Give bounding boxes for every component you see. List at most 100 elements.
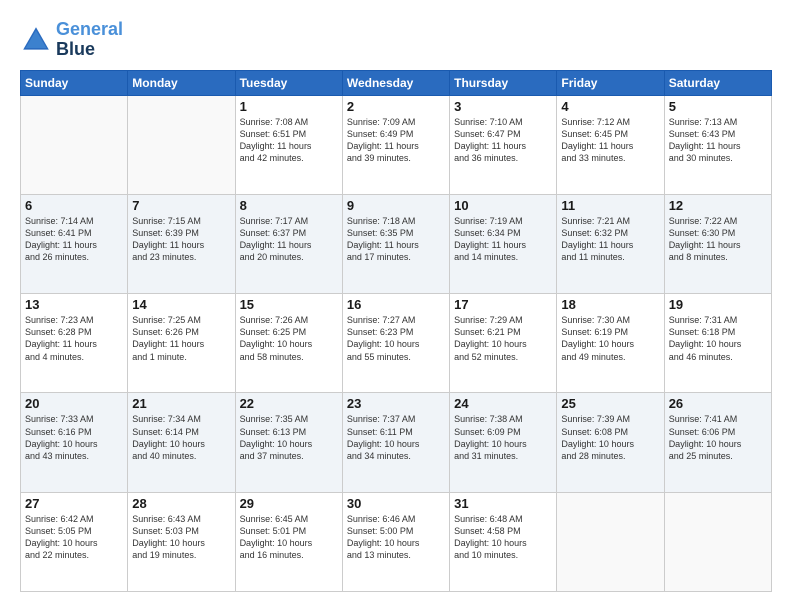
week-row-1: 1Sunrise: 7:08 AM Sunset: 6:51 PM Daylig… [21,95,772,194]
calendar-cell: 11Sunrise: 7:21 AM Sunset: 6:32 PM Dayli… [557,194,664,293]
day-number: 31 [454,496,552,511]
day-number: 10 [454,198,552,213]
logo: General Blue [20,20,123,60]
calendar-cell: 17 Sunrise: 7:29 AM Sunset: 6:21 PM Dayli… [450,294,557,393]
day-info: Sunrise: 7:09 AM Sunset: 6:49 PM Dayligh… [347,116,445,165]
logo-text: General Blue [56,20,123,60]
calendar-cell: 1Sunrise: 7:08 AM Sunset: 6:51 PM Daylig… [235,95,342,194]
day-number: 4 [561,99,659,114]
day-info: Sunrise: 7:39 AM Sunset: 6:08 PM Dayligh… [561,413,659,462]
calendar-cell: 23 Sunrise: 7:37 AM Sunset: 6:11 PM Dayli… [342,393,449,492]
week-row-5: 27Sunrise: 6:42 AM Sunset: 5:05 PM Dayli… [21,492,772,591]
calendar-cell: 10 Sunrise: 7:19 AM Sunset: 6:34 PM Dayli… [450,194,557,293]
day-number: 21 [132,396,230,411]
weekday-monday: Monday [128,70,235,95]
calendar-cell: 29 Sunrise: 6:45 AM Sunset: 5:01 PM Dayli… [235,492,342,591]
calendar-cell: 22 Sunrise: 7:35 AM Sunset: 6:13 PM Dayli… [235,393,342,492]
day-info: Sunrise: 7:19 AM Sunset: 6:34 PM Dayligh… [454,215,552,264]
week-row-2: 6 Sunrise: 7:14 AM Sunset: 6:41 PM Daylig… [21,194,772,293]
day-number: 7 [132,198,230,213]
calendar-cell: 12 Sunrise: 7:22 AM Sunset: 6:30 PM Dayli… [664,194,771,293]
day-info: Sunrise: 7:15 AM Sunset: 6:39 PM Dayligh… [132,215,230,264]
calendar-cell: 5 Sunrise: 7:13 AM Sunset: 6:43 PM Daylig… [664,95,771,194]
day-info: Sunrise: 6:43 AM Sunset: 5:03 PM Dayligh… [132,513,230,562]
day-number: 2 [347,99,445,114]
day-info: Sunrise: 7:18 AM Sunset: 6:35 PM Dayligh… [347,215,445,264]
day-info: Sunrise: 7:37 AM Sunset: 6:11 PM Dayligh… [347,413,445,462]
day-number: 17 [454,297,552,312]
day-info: Sunrise: 6:45 AM Sunset: 5:01 PM Dayligh… [240,513,338,562]
calendar-cell [664,492,771,591]
day-info: Sunrise: 7:27 AM Sunset: 6:23 PM Dayligh… [347,314,445,363]
day-number: 8 [240,198,338,213]
calendar-cell: 20 Sunrise: 7:33 AM Sunset: 6:16 PM Dayli… [21,393,128,492]
calendar-cell: 31 Sunrise: 6:48 AM Sunset: 4:58 PM Dayli… [450,492,557,591]
calendar-cell: 27Sunrise: 6:42 AM Sunset: 5:05 PM Dayli… [21,492,128,591]
calendar-cell: 4Sunrise: 7:12 AM Sunset: 6:45 PM Daylig… [557,95,664,194]
day-number: 29 [240,496,338,511]
weekday-tuesday: Tuesday [235,70,342,95]
day-number: 26 [669,396,767,411]
day-info: Sunrise: 7:22 AM Sunset: 6:30 PM Dayligh… [669,215,767,264]
day-number: 20 [25,396,123,411]
calendar-cell: 18Sunrise: 7:30 AM Sunset: 6:19 PM Dayli… [557,294,664,393]
day-info: Sunrise: 7:13 AM Sunset: 6:43 PM Dayligh… [669,116,767,165]
day-number: 24 [454,396,552,411]
page: General Blue SundayMondayTuesdayWednesda… [0,0,792,612]
day-number: 28 [132,496,230,511]
day-info: Sunrise: 6:46 AM Sunset: 5:00 PM Dayligh… [347,513,445,562]
calendar-table: SundayMondayTuesdayWednesdayThursdayFrid… [20,70,772,592]
day-info: Sunrise: 7:26 AM Sunset: 6:25 PM Dayligh… [240,314,338,363]
calendar-cell: 3Sunrise: 7:10 AM Sunset: 6:47 PM Daylig… [450,95,557,194]
day-number: 16 [347,297,445,312]
day-number: 12 [669,198,767,213]
calendar-cell: 15 Sunrise: 7:26 AM Sunset: 6:25 PM Dayli… [235,294,342,393]
day-info: Sunrise: 7:17 AM Sunset: 6:37 PM Dayligh… [240,215,338,264]
weekday-header-row: SundayMondayTuesdayWednesdayThursdayFrid… [21,70,772,95]
day-number: 18 [561,297,659,312]
day-info: Sunrise: 7:14 AM Sunset: 6:41 PM Dayligh… [25,215,123,264]
day-number: 14 [132,297,230,312]
calendar-cell: 2 Sunrise: 7:09 AM Sunset: 6:49 PM Daylig… [342,95,449,194]
day-number: 15 [240,297,338,312]
calendar-cell: 8 Sunrise: 7:17 AM Sunset: 6:37 PM Daylig… [235,194,342,293]
day-info: Sunrise: 7:35 AM Sunset: 6:13 PM Dayligh… [240,413,338,462]
calendar-cell [557,492,664,591]
day-info: Sunrise: 7:41 AM Sunset: 6:06 PM Dayligh… [669,413,767,462]
day-number: 13 [25,297,123,312]
calendar-cell: 21 Sunrise: 7:34 AM Sunset: 6:14 PM Dayli… [128,393,235,492]
week-row-4: 20 Sunrise: 7:33 AM Sunset: 6:16 PM Dayli… [21,393,772,492]
day-number: 6 [25,198,123,213]
calendar-cell: 16 Sunrise: 7:27 AM Sunset: 6:23 PM Dayli… [342,294,449,393]
day-info: Sunrise: 7:33 AM Sunset: 6:16 PM Dayligh… [25,413,123,462]
day-info: Sunrise: 7:23 AM Sunset: 6:28 PM Dayligh… [25,314,123,363]
day-info: Sunrise: 6:42 AM Sunset: 5:05 PM Dayligh… [25,513,123,562]
day-number: 30 [347,496,445,511]
day-info: Sunrise: 7:21 AM Sunset: 6:32 PM Dayligh… [561,215,659,264]
calendar-cell: 25 Sunrise: 7:39 AM Sunset: 6:08 PM Dayli… [557,393,664,492]
day-number: 25 [561,396,659,411]
day-number: 22 [240,396,338,411]
day-info: Sunrise: 7:34 AM Sunset: 6:14 PM Dayligh… [132,413,230,462]
weekday-sunday: Sunday [21,70,128,95]
calendar-cell: 6 Sunrise: 7:14 AM Sunset: 6:41 PM Daylig… [21,194,128,293]
day-info: Sunrise: 7:10 AM Sunset: 6:47 PM Dayligh… [454,116,552,165]
weekday-wednesday: Wednesday [342,70,449,95]
day-number: 19 [669,297,767,312]
weekday-saturday: Saturday [664,70,771,95]
day-info: Sunrise: 7:29 AM Sunset: 6:21 PM Dayligh… [454,314,552,363]
day-number: 23 [347,396,445,411]
header: General Blue [20,20,772,60]
day-info: Sunrise: 7:08 AM Sunset: 6:51 PM Dayligh… [240,116,338,165]
logo-icon [20,24,52,56]
day-info: Sunrise: 6:48 AM Sunset: 4:58 PM Dayligh… [454,513,552,562]
day-info: Sunrise: 7:25 AM Sunset: 6:26 PM Dayligh… [132,314,230,363]
calendar-cell: 28 Sunrise: 6:43 AM Sunset: 5:03 PM Dayli… [128,492,235,591]
day-number: 9 [347,198,445,213]
day-number: 5 [669,99,767,114]
calendar-cell [128,95,235,194]
calendar-cell [21,95,128,194]
calendar-cell: 19Sunrise: 7:31 AM Sunset: 6:18 PM Dayli… [664,294,771,393]
calendar-cell: 9 Sunrise: 7:18 AM Sunset: 6:35 PM Daylig… [342,194,449,293]
day-info: Sunrise: 7:38 AM Sunset: 6:09 PM Dayligh… [454,413,552,462]
